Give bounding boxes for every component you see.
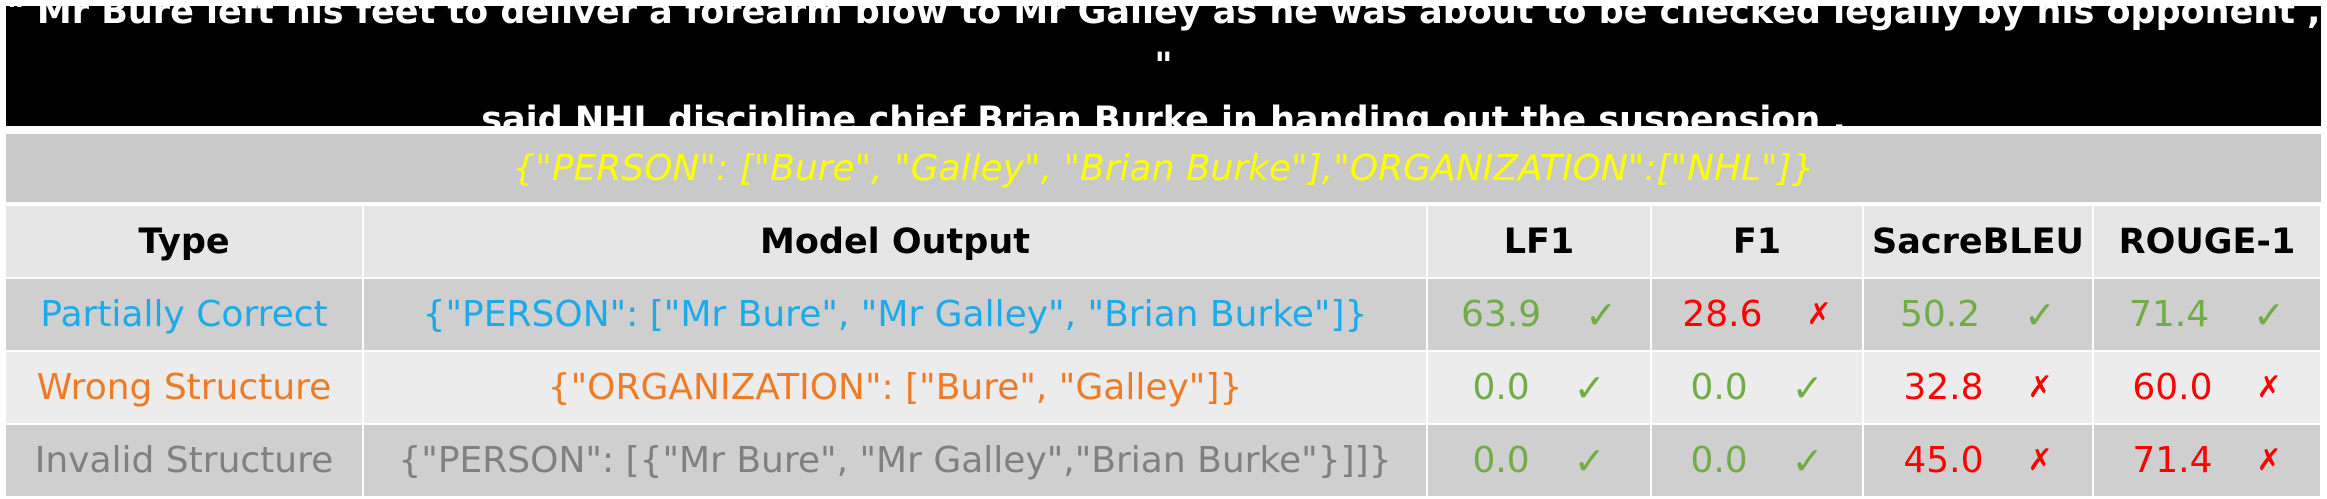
- results-table: Type Model Output LF1 F1 SacreBLEU ROUGE…: [6, 206, 2322, 496]
- cross-icon: ✗: [1806, 297, 1832, 332]
- cell-sacrebleu: 45.0 ✗: [1863, 423, 2094, 496]
- cross-icon: ✗: [2256, 443, 2282, 478]
- cell-f1: 28.6 ✗: [1651, 277, 1864, 351]
- f1-value: 28.6: [1682, 294, 1763, 335]
- table-row: Wrong Structure {"ORGANIZATION": ["Bure"…: [6, 350, 2322, 424]
- cell-sacrebleu: 50.2 ✓: [1863, 277, 2094, 351]
- cell-f1: 0.0 ✓: [1651, 423, 1864, 496]
- input-sentence-banner: " Mr Bure left his feet to deliver a for…: [6, 0, 2321, 140]
- sacrebleu-value: 32.8: [1903, 367, 1984, 408]
- row-type: Partially Correct: [6, 277, 364, 351]
- header-lf1: LF1: [1427, 206, 1652, 278]
- row-model-output: {"PERSON": [{"Mr Bure", "Mr Galley","Bri…: [363, 423, 1428, 496]
- lf1-value: 63.9: [1461, 294, 1542, 335]
- check-icon: ✓: [2253, 292, 2285, 337]
- header-f1: F1: [1651, 206, 1864, 278]
- table-row: Partially Correct {"PERSON": ["Mr Bure",…: [6, 277, 2322, 351]
- rouge1-value: 71.4: [2132, 440, 2213, 481]
- lf1-value: 0.0: [1472, 367, 1530, 408]
- cell-lf1: 0.0 ✓: [1427, 423, 1652, 496]
- sacrebleu-value: 50.2: [1900, 294, 1981, 335]
- check-icon: ✓: [1585, 292, 1617, 337]
- cell-rouge1: 71.4 ✓: [2093, 277, 2322, 351]
- rouge1-value: 71.4: [2129, 294, 2210, 335]
- sentence-line-1: " Mr Bure left his feet to deliver a for…: [6, 0, 2321, 86]
- row-type: Invalid Structure: [6, 423, 364, 496]
- cell-lf1: 0.0 ✓: [1427, 350, 1652, 424]
- row-model-output: {"ORGANIZATION": ["Bure", "Galley"]}: [363, 350, 1428, 424]
- check-icon: ✓: [1573, 438, 1606, 483]
- cell-rouge1: 71.4 ✗: [2093, 423, 2322, 496]
- cross-icon: ✗: [2027, 370, 2053, 405]
- cell-f1: 0.0 ✓: [1651, 350, 1864, 424]
- check-icon: ✓: [1573, 365, 1606, 410]
- cell-rouge1: 60.0 ✗: [2093, 350, 2322, 424]
- rouge1-value: 60.0: [2132, 367, 2213, 408]
- f1-value: 0.0: [1690, 440, 1748, 481]
- table-row: Invalid Structure {"PERSON": [{"Mr Bure"…: [6, 423, 2322, 496]
- cell-lf1: 63.9 ✓: [1427, 277, 1652, 351]
- header-type: Type: [6, 206, 364, 278]
- cross-icon: ✗: [2256, 370, 2282, 405]
- header-model-output: Model Output: [363, 206, 1428, 278]
- lf1-value: 0.0: [1472, 440, 1530, 481]
- check-icon: ✓: [1791, 438, 1824, 483]
- sacrebleu-value: 45.0: [1903, 440, 1984, 481]
- figure: " Mr Bure left his feet to deliver a for…: [6, 0, 2322, 496]
- cell-sacrebleu: 32.8 ✗: [1863, 350, 2094, 424]
- row-model-output: {"PERSON": ["Mr Bure", "Mr Galley", "Bri…: [363, 277, 1428, 351]
- header-sacrebleu: SacreBLEU: [1863, 206, 2094, 278]
- header-rouge1: ROUGE-1: [2093, 206, 2322, 278]
- header-row: Type Model Output LF1 F1 SacreBLEU ROUGE…: [6, 206, 2322, 278]
- check-icon: ✓: [2024, 292, 2056, 337]
- check-icon: ✓: [1791, 365, 1824, 410]
- f1-value: 0.0: [1690, 367, 1748, 408]
- ground-truth-text: {"PERSON": ["Bure", "Galley", "Brian Bur…: [512, 147, 1815, 189]
- row-type: Wrong Structure: [6, 350, 364, 424]
- cross-icon: ✗: [2027, 443, 2053, 478]
- ground-truth-row: {"PERSON": ["Bure", "Galley", "Brian Bur…: [6, 134, 2321, 202]
